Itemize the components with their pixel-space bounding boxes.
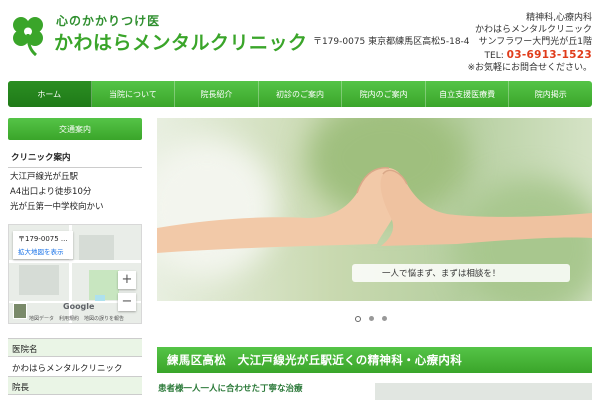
nav-item-medical-support[interactable]: 自立支援医療費 (426, 81, 510, 107)
page: 心のかかりつけ医 かわはらメンタルクリニック 精神科,心療内科 かわはらメンタル… (0, 0, 600, 400)
main-section-image (375, 383, 592, 400)
map-block (79, 235, 114, 260)
clinic-name-label: 医院名 (8, 338, 142, 356)
hero-caption: 一人で悩まず、まずは相談を！ (352, 264, 570, 282)
map-footer-links[interactable]: 地図データ 利用規約 地図の誤りを報告 (29, 315, 124, 322)
hero-slider[interactable]: 一人で悩まず、まずは相談を！ (157, 118, 592, 301)
clinic-name-value: かわはらメンタルクリニック (8, 356, 142, 376)
map-zoom-out-button[interactable]: − (118, 293, 136, 311)
nav-item-about[interactable]: 当院について (92, 81, 176, 107)
slider-dot[interactable] (369, 316, 374, 321)
google-logo: Google (63, 302, 95, 311)
map-satellite-toggle[interactable] (13, 303, 27, 319)
header-address: 〒179-0075 東京都練馬区高松5-18-4 サンフラワー大門光が丘1階 (312, 37, 592, 47)
contact-note: ※お気軽にお問合せください。 (467, 62, 592, 73)
director-label: 院長 (8, 376, 142, 394)
access-directions: 大江戸線光が丘駅 A4出口より徒歩10分 光が丘第一中学校向かい (8, 170, 142, 215)
slider-dot[interactable] (355, 315, 361, 322)
map-street (9, 260, 141, 263)
logo-clinic-name[interactable]: かわはらメンタルクリニック (54, 28, 308, 55)
map-address: 〒179-0075 ... (18, 235, 68, 243)
access-line: 大江戸線光が丘駅 (10, 172, 79, 182)
site-header: 心のかかりつけ医 かわはらメンタルクリニック 精神科,心療内科 かわはらメンタル… (0, 0, 600, 74)
header-info: 精神科,心療内科 かわはらメンタルクリニック 〒179-0075 東京都練馬区高… (313, 12, 592, 74)
map-info-card: 〒179-0075 ... 拡大地図を表示 (13, 231, 73, 259)
map-zoom-in-button[interactable]: + (118, 271, 136, 289)
nav-item-director[interactable]: 院長紹介 (175, 81, 259, 107)
nav-item-notices[interactable]: 院内掲示 (509, 81, 592, 107)
tel-label: TEL: (484, 50, 504, 61)
map-enlarge-link[interactable]: 拡大地図を表示 (18, 246, 68, 256)
access-line: A4出口より徒歩10分 (10, 187, 92, 197)
logo-tagline: 心のかかりつけ医 (56, 14, 161, 28)
main-section-subtitle: 患者様一人一人に合わせた丁寧な治療 (158, 384, 303, 394)
nav-item-first-visit[interactable]: 初診のご案内 (259, 81, 343, 107)
slider-dot[interactable] (382, 316, 387, 321)
clover-logo-icon[interactable] (8, 12, 48, 56)
header-clinic-name: かわはらメンタルクリニック (474, 25, 592, 36)
header-specialty: 精神科,心療内科 (526, 13, 592, 23)
header-tel: TEL: 03-6913-1523 (322, 49, 592, 62)
access-line: 光が丘第一中学校向かい (10, 202, 104, 212)
director-value (8, 394, 142, 400)
main-section-title: 練馬区高松 大江戸線光が丘駅近くの精神科・心療内科 (157, 347, 592, 373)
nav-item-home[interactable]: ホーム (8, 81, 92, 107)
tel-number[interactable]: 03-6913-1523 (507, 49, 592, 61)
nav-item-facility[interactable]: 院内のご案内 (342, 81, 426, 107)
map-block (19, 265, 59, 295)
slider-pagination (355, 315, 387, 322)
google-map[interactable]: 〒179-0075 ... 拡大地図を表示 + − Google 地図データ 利… (8, 224, 142, 324)
access-button[interactable]: 交通案内 (8, 118, 142, 140)
clinic-info-heading: クリニック案内 (8, 151, 142, 168)
global-nav: ホーム 当院について 院長紹介 初診のご案内 院内のご案内 自立支援医療費 院内… (8, 81, 592, 107)
